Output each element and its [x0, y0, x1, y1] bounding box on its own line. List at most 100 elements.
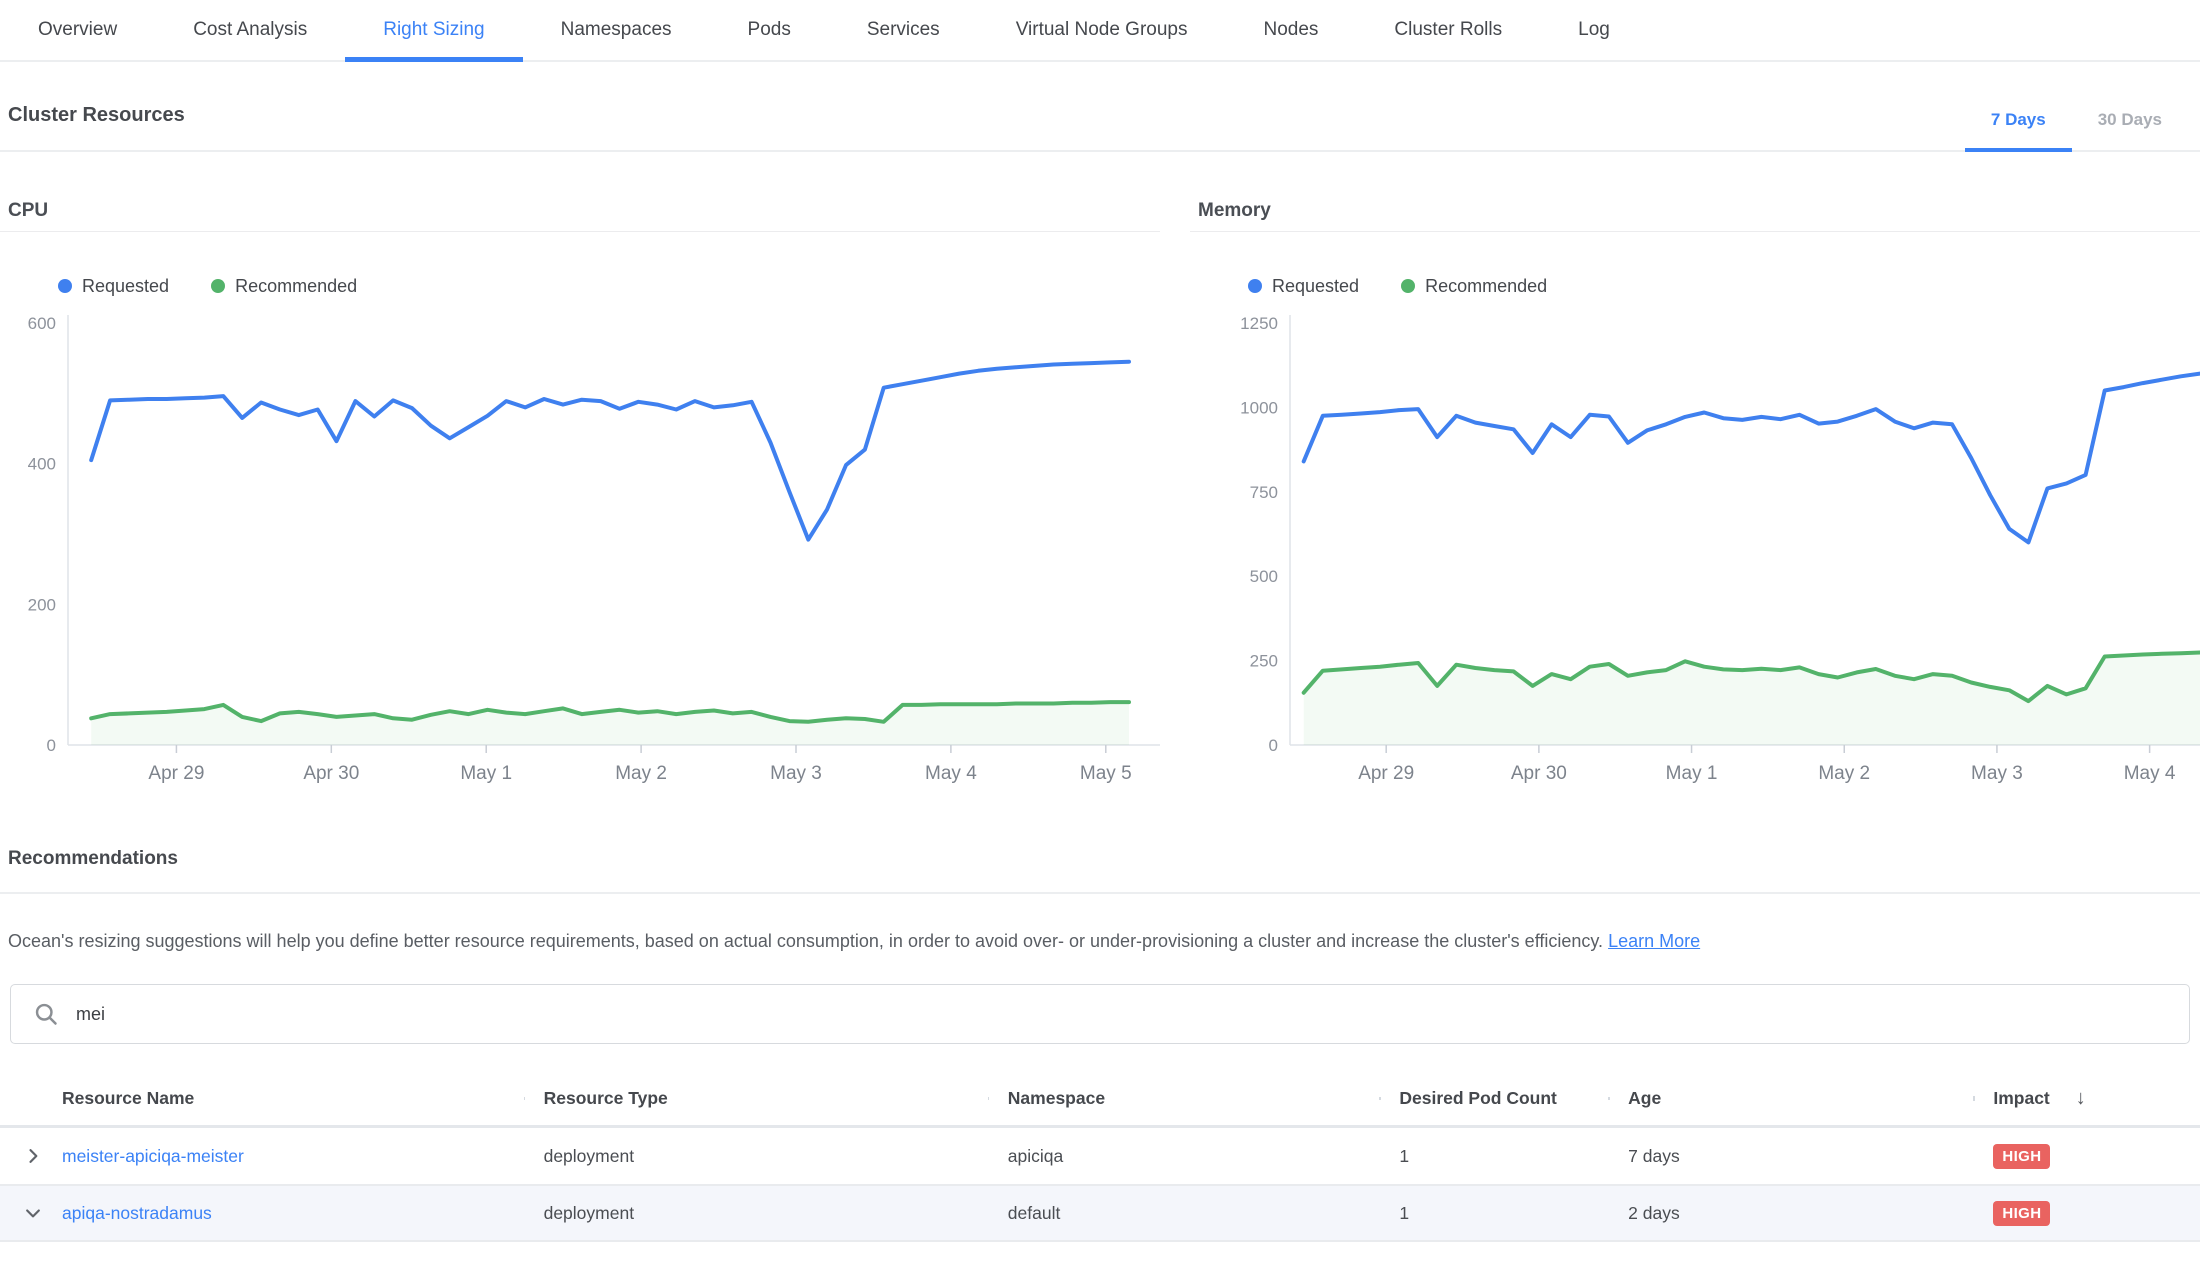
column-header-resource-type[interactable]: Resource Type — [524, 1088, 988, 1109]
resource-name-link[interactable]: apiqa-nostradamus — [62, 1203, 212, 1224]
svg-text:0: 0 — [1269, 736, 1278, 755]
memory-chart: 0 250 500 750 1000 1250 Apr 29 Apr 30 May 1 May 2… — [1190, 308, 2200, 790]
legend-dot-recommended — [211, 279, 225, 293]
divider — [0, 892, 2200, 894]
desired-pod-count-cell: 1 — [1379, 1203, 1608, 1224]
tab-virtual-node-groups[interactable]: Virtual Node Groups — [978, 0, 1226, 60]
svg-text:May 2: May 2 — [615, 763, 667, 784]
chart-title-memory: Memory — [1190, 200, 2200, 232]
legend-label: Recommended — [1425, 276, 1547, 297]
chevron-right-icon[interactable] — [22, 1145, 44, 1167]
svg-text:May 4: May 4 — [2124, 763, 2176, 784]
cpu-chart-panel: CPU Requested Recommended 0 200 400 600 Apr 2… — [0, 200, 1160, 790]
top-tab-bar: OverviewCost AnalysisRight SizingNamespa… — [0, 0, 2200, 62]
legend-dot-requested — [58, 279, 72, 293]
resource-type-cell: deployment — [524, 1146, 988, 1167]
svg-text:1250: 1250 — [1240, 314, 1278, 333]
column-header-age[interactable]: Age — [1608, 1088, 1973, 1109]
resource-name-link[interactable]: meister-apiciqa-meister — [62, 1146, 244, 1167]
impact-badge: HIGH — [1993, 1201, 2050, 1226]
tab-namespaces[interactable]: Namespaces — [523, 0, 710, 60]
svg-text:Apr 30: Apr 30 — [303, 763, 359, 784]
tab-pods[interactable]: Pods — [710, 0, 829, 60]
resource-name-cell: apiqa-nostradamus — [0, 1202, 524, 1224]
cpu-chart: 0 200 400 600 Apr 29 Apr 30 May 1 May 2 May 3 May… — [0, 308, 1160, 790]
age-cell: 7 days — [1608, 1146, 1973, 1167]
time-range-toggle: 7 Days30 Days — [1965, 110, 2188, 150]
recommendations-description: Ocean's resizing suggestions will help y… — [8, 928, 2192, 954]
legend-item-recommended[interactable]: Recommended — [211, 276, 357, 297]
tab-nodes[interactable]: Nodes — [1226, 0, 1357, 60]
svg-text:May 3: May 3 — [1971, 763, 2023, 784]
impact-cell: HIGH — [1973, 1201, 2200, 1226]
svg-text:750: 750 — [1250, 483, 1278, 502]
svg-text:May 1: May 1 — [1666, 763, 1718, 784]
arrow-down-icon: ↓ — [2076, 1087, 2086, 1109]
section-title-recommendations: Recommendations — [0, 848, 2200, 870]
legend-dot-recommended — [1401, 279, 1415, 293]
table-body: meister-apiciqa-meisterdeploymentapiciqa… — [0, 1128, 2200, 1240]
legend-item-requested[interactable]: Requested — [58, 276, 169, 297]
legend-label: Requested — [1272, 276, 1359, 297]
search-input[interactable] — [76, 1004, 2189, 1025]
impact-cell: HIGH — [1973, 1144, 2200, 1169]
chevron-down-icon[interactable] — [22, 1202, 44, 1224]
table-row-apiqa-nostradamus[interactable]: apiqa-nostradamus deploymentdefault12 day… — [0, 1184, 2200, 1240]
age-cell: 2 days — [1608, 1203, 1973, 1224]
svg-text:May 4: May 4 — [925, 763, 977, 784]
cluster-resources-header: Cluster Resources 7 Days30 Days — [0, 62, 2200, 152]
svg-text:200: 200 — [28, 595, 56, 614]
tab-cost-analysis[interactable]: Cost Analysis — [155, 0, 345, 60]
svg-text:May 1: May 1 — [460, 763, 512, 784]
search-icon — [33, 1001, 60, 1028]
resource-name-cell: meister-apiciqa-meister — [0, 1145, 524, 1167]
namespace-cell: apiciqa — [988, 1146, 1380, 1167]
recommendations-section: Recommendations Ocean's resizing suggest… — [0, 848, 2200, 1242]
legend-label: Requested — [82, 276, 169, 297]
table-header-row: Resource NameResource TypeNamespaceDesir… — [0, 1072, 2200, 1128]
legend-item-requested[interactable]: Requested — [1248, 276, 1359, 297]
column-header-impact[interactable]: Impact↓ — [1973, 1087, 2200, 1110]
tab-cluster-rolls[interactable]: Cluster Rolls — [1356, 0, 1540, 60]
range-7-days[interactable]: 7 Days — [1965, 110, 2072, 150]
svg-text:1000: 1000 — [1240, 398, 1278, 417]
table-row-meister-apiciqa-meister[interactable]: meister-apiciqa-meister deploymentapiciqa… — [0, 1128, 2200, 1184]
legend-item-recommended[interactable]: Recommended — [1401, 276, 1547, 297]
legend-dot-requested — [1248, 279, 1262, 293]
memory-chart-panel: Memory Requested Recommended 0 250 500 750 10… — [1190, 200, 2200, 790]
resource-type-cell: deployment — [524, 1203, 988, 1224]
tab-log[interactable]: Log — [1540, 0, 1648, 60]
svg-text:Apr 30: Apr 30 — [1511, 763, 1567, 784]
legend-label: Recommended — [235, 276, 357, 297]
svg-text:May 5: May 5 — [1080, 763, 1132, 784]
range-30-days[interactable]: 30 Days — [2072, 110, 2188, 150]
recommendations-description-text: Ocean's resizing suggestions will help y… — [8, 931, 1603, 951]
svg-text:May 2: May 2 — [1818, 763, 1870, 784]
cpu-chart-legend: Requested Recommended — [58, 274, 1160, 298]
column-header-namespace[interactable]: Namespace — [988, 1088, 1380, 1109]
charts-row: CPU Requested Recommended 0 200 400 600 Apr 2… — [0, 200, 2200, 790]
column-header-resource-name[interactable]: Resource Name — [0, 1088, 524, 1109]
impact-badge: HIGH — [1993, 1144, 2050, 1169]
memory-chart-legend: Requested Recommended — [1248, 274, 2200, 298]
learn-more-link[interactable]: Learn More — [1608, 931, 1700, 951]
namespace-cell: default — [988, 1203, 1380, 1224]
svg-text:250: 250 — [1250, 652, 1278, 671]
svg-text:500: 500 — [1250, 567, 1278, 586]
tab-overview[interactable]: Overview — [0, 0, 155, 60]
column-header-desired-pod-count[interactable]: Desired Pod Count — [1379, 1088, 1608, 1109]
tab-right-sizing[interactable]: Right Sizing — [345, 0, 522, 60]
svg-text:May 3: May 3 — [770, 763, 822, 784]
desired-pod-count-cell: 1 — [1379, 1146, 1608, 1167]
svg-text:600: 600 — [28, 314, 56, 333]
svg-text:0: 0 — [47, 736, 56, 755]
svg-text:Apr 29: Apr 29 — [148, 763, 204, 784]
svg-text:Apr 29: Apr 29 — [1358, 763, 1414, 784]
recommendations-table: Resource NameResource TypeNamespaceDesir… — [0, 1072, 2200, 1242]
chart-title-cpu: CPU — [0, 200, 1160, 232]
section-title-cluster-resources: Cluster Resources — [0, 104, 185, 150]
right-sizing-page: OverviewCost AnalysisRight SizingNamespa… — [0, 0, 2200, 1264]
svg-text:400: 400 — [28, 455, 56, 474]
search-box[interactable] — [10, 984, 2190, 1044]
tab-services[interactable]: Services — [829, 0, 978, 60]
